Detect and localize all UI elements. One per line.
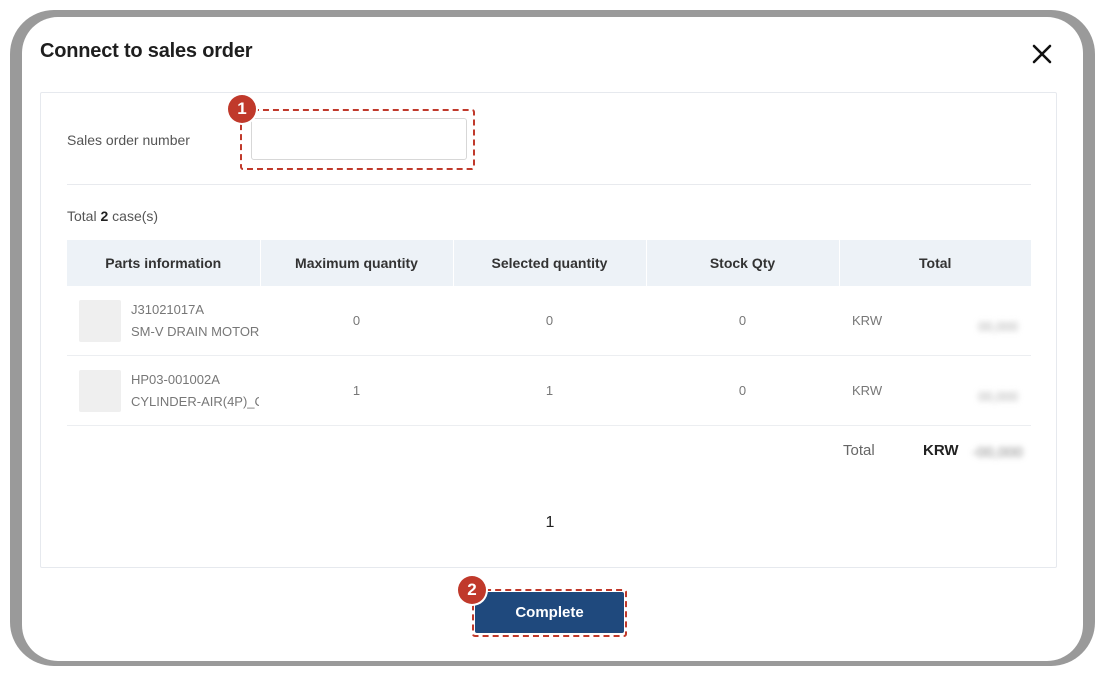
stock-qty-cell: 0 <box>646 355 839 426</box>
row-currency: KRW <box>852 383 883 398</box>
annotation-badge-1: 1 <box>228 95 256 123</box>
part-code: HP03-001002A <box>131 371 220 387</box>
part-name: SM-V DRAIN MOTOR <box>131 323 259 339</box>
total-cases-prefix: Total <box>67 208 97 224</box>
header-parts-information: Parts information <box>67 240 261 286</box>
max-qty-cell: 1 <box>260 355 453 426</box>
total-cases-count: 2 <box>100 208 109 224</box>
part-name: CYLINDER-AIR(4P)_C <box>131 393 259 409</box>
grand-total-amount: -00,000 <box>972 444 1023 461</box>
max-qty-cell: 0 <box>260 286 453 356</box>
part-code: J31021017A <box>131 301 205 317</box>
annotation-highlight-button <box>472 589 627 637</box>
close-icon <box>1032 44 1052 64</box>
grand-total-label: Total <box>843 442 875 459</box>
close-button[interactable] <box>1028 40 1056 68</box>
total-cases-suffix: case(s) <box>112 208 159 224</box>
header-maximum-quantity: Maximum quantity <box>260 240 454 286</box>
selected-qty-cell: 1 <box>453 355 646 426</box>
part-thumbnail <box>79 369 121 412</box>
parts-table: Parts information Maximum quantity Selec… <box>67 240 1031 426</box>
table-row: J31021017A SM-V DRAIN MOTOR 0 0 0 KRW 00… <box>67 286 1031 356</box>
annotation-highlight-input <box>240 109 475 170</box>
row-amount: 00,000 <box>978 319 1018 334</box>
pagination-page-1[interactable]: 1 <box>540 514 560 532</box>
part-info-cell: J31021017A SM-V DRAIN MOTOR <box>67 286 260 356</box>
row-currency: KRW <box>852 313 883 328</box>
part-info-cell: HP03-001002A CYLINDER-AIR(4P)_C <box>67 355 260 426</box>
stock-qty-cell: 0 <box>646 286 839 356</box>
divider <box>67 184 1031 185</box>
row-amount: 00,000 <box>978 389 1018 404</box>
part-thumbnail <box>79 299 121 342</box>
table-header-row: Parts information Maximum quantity Selec… <box>67 240 1031 286</box>
total-cell: KRW 00,000 <box>839 286 1031 356</box>
grand-total-currency: KRW <box>923 442 959 459</box>
total-cell: KRW 00,000 <box>839 355 1031 426</box>
annotation-badge-2: 2 <box>458 576 486 604</box>
dialog-title: Connect to sales order <box>40 40 253 62</box>
sales-order-label: Sales order number <box>67 132 190 148</box>
header-stock-qty: Stock Qty <box>646 240 840 286</box>
total-cases: Total 2 case(s) <box>67 208 158 224</box>
header-total: Total <box>839 240 1031 286</box>
selected-qty-cell: 0 <box>453 286 646 356</box>
header-selected-quantity: Selected quantity <box>453 240 647 286</box>
table-row: HP03-001002A CYLINDER-AIR(4P)_C 1 1 0 KR… <box>67 355 1031 426</box>
